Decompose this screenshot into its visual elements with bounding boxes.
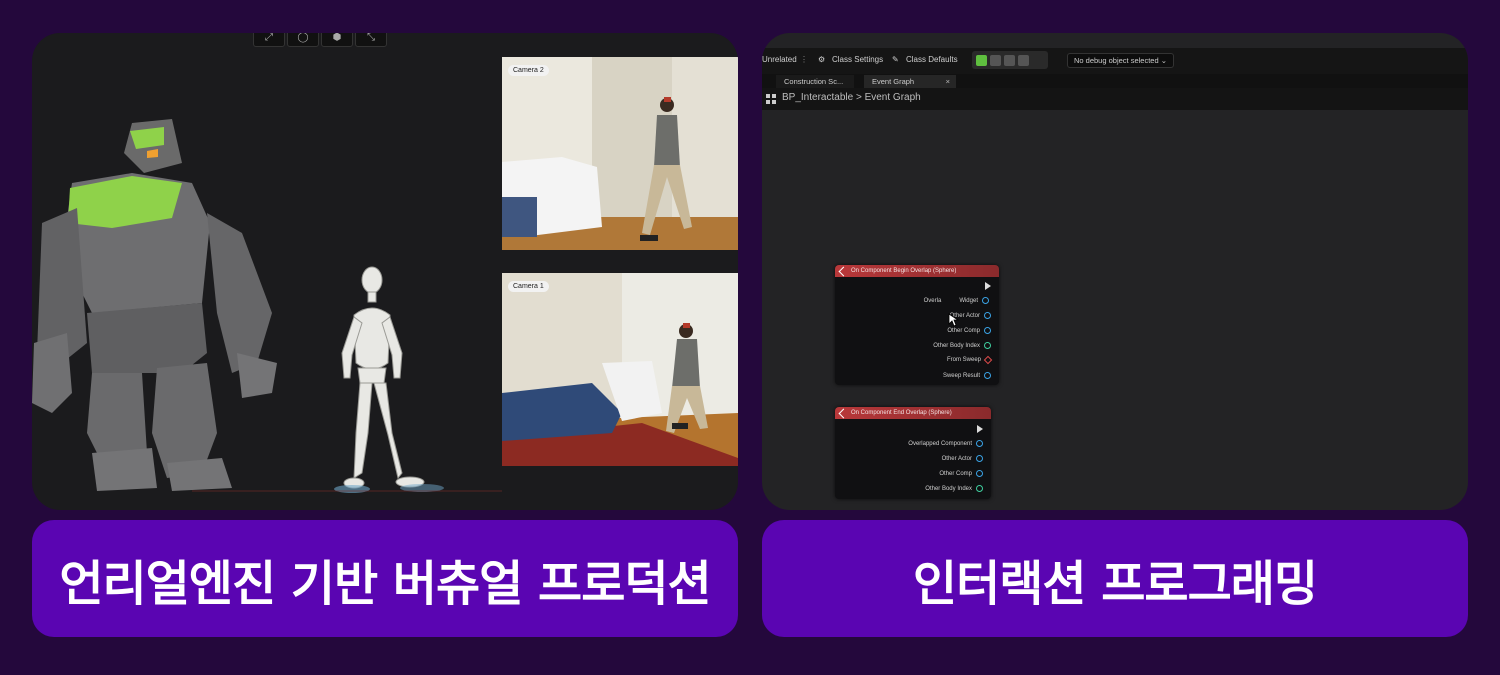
camera-feed-2[interactable]: Camera 2 [502, 57, 738, 250]
pin-label: Overla [923, 297, 942, 304]
pin-overlapped-component[interactable]: Overlapped Component [908, 440, 983, 447]
breadcrumb-graph[interactable]: Event Graph [865, 92, 921, 103]
node-title: On Component Begin Overlap (Sphere) [835, 265, 999, 277]
event-icon [838, 266, 849, 277]
pin-other-body-index[interactable]: Other Body Index [933, 342, 991, 349]
pin-label: Other Actor [941, 455, 972, 462]
blueprint-toolbar: Unrelated ⋮ ⚙ Class Settings ✎ Class Def… [762, 48, 1468, 74]
pin-other-comp[interactable]: Other Comp [947, 327, 991, 334]
pin-other-comp[interactable]: Other Comp [939, 470, 983, 477]
play-icon[interactable] [976, 54, 987, 66]
play-controls [972, 51, 1048, 69]
pin-other-body-index[interactable]: Other Body Index [925, 485, 983, 492]
mannequin-character [341, 266, 425, 489]
pencil-icon[interactable]: ✎ [892, 55, 899, 64]
stop-icon[interactable] [1004, 54, 1015, 66]
pin-sweep-result[interactable]: Sweep Result [943, 372, 991, 379]
debug-object-value: No debug object selected [1074, 56, 1159, 65]
pin-label: Other Comp [939, 470, 972, 477]
class-settings-button[interactable]: Class Settings [832, 55, 883, 64]
tab-construction-label: Construction Sc... [784, 77, 844, 86]
camera-2-label: Camera 2 [508, 65, 549, 76]
more-options-icon[interactable] [1018, 54, 1029, 66]
pin-label: Other Comp [947, 327, 980, 334]
exec-pin[interactable] [977, 425, 983, 433]
mouse-cursor-icon [948, 313, 960, 327]
editor-tabs: Construction Sc... Event Graph × [762, 74, 1468, 88]
pin-overlapped[interactable]: Overla Widget [924, 297, 989, 304]
exec-pin[interactable] [985, 282, 991, 290]
gear-icon[interactable]: ⚙ [818, 55, 825, 64]
node-title: On Component End Overlap (Sphere) [835, 407, 991, 419]
pin-label: Other Body Index [925, 485, 972, 492]
caption-interaction-programming: 인터랙션 프로그래밍 [762, 520, 1468, 637]
end-overlap-title: On Component End Overlap (Sphere) [851, 410, 952, 416]
breadcrumb: BP_Interactable > Event Graph [762, 88, 1468, 110]
breadcrumb-blueprint[interactable]: BP_Interactable [782, 92, 853, 103]
more-icon[interactable]: ⋮ [800, 55, 808, 64]
graph-icon [766, 94, 776, 104]
step-icon[interactable] [990, 54, 1001, 66]
end-overlap-node[interactable]: On Component End Overlap (Sphere) Overla… [835, 407, 991, 499]
caption-virtual-production: 언리얼엔진 기반 버츄얼 프로덕션 [32, 520, 738, 637]
camera-feed-1[interactable]: Camera 1 [502, 273, 738, 466]
tooltip-widget-label: Widget [959, 297, 978, 304]
event-icon [838, 408, 849, 419]
blueprint-editor-panel: Unrelated ⋮ ⚙ Class Settings ✎ Class Def… [762, 33, 1468, 510]
camera-1-label: Camera 1 [508, 281, 549, 292]
breadcrumb-separator: > [855, 92, 862, 103]
class-defaults-button[interactable]: Class Defaults [906, 55, 958, 64]
tab-event-graph[interactable]: Event Graph × [864, 75, 956, 88]
pin-from-sweep[interactable]: From Sweep [946, 355, 993, 365]
pin-label: Sweep Result [942, 372, 980, 379]
golem-character [32, 119, 277, 491]
tab-construction-script[interactable]: Construction Sc... [776, 75, 854, 88]
viewport-panel: ⤢ ◯ ⬢ ⤡ Camera 2 Camera 1 [32, 33, 738, 510]
close-icon[interactable]: × [946, 75, 950, 88]
pin-other-actor[interactable]: Other Actor [942, 455, 983, 462]
pin-label: From Sweep [946, 357, 981, 363]
tab-event-graph-label: Event Graph [872, 77, 915, 86]
debug-object-select[interactable]: No debug object selected ⌄ [1067, 53, 1175, 68]
unrelated-toggle[interactable]: Unrelated [762, 55, 797, 64]
pin-label: Other Body Index [933, 342, 980, 349]
begin-overlap-title: On Component Begin Overlap (Sphere) [851, 268, 957, 274]
pin-label: Overlapped Component [908, 440, 972, 447]
begin-overlap-node[interactable]: On Component Begin Overlap (Sphere) Over… [835, 265, 999, 385]
